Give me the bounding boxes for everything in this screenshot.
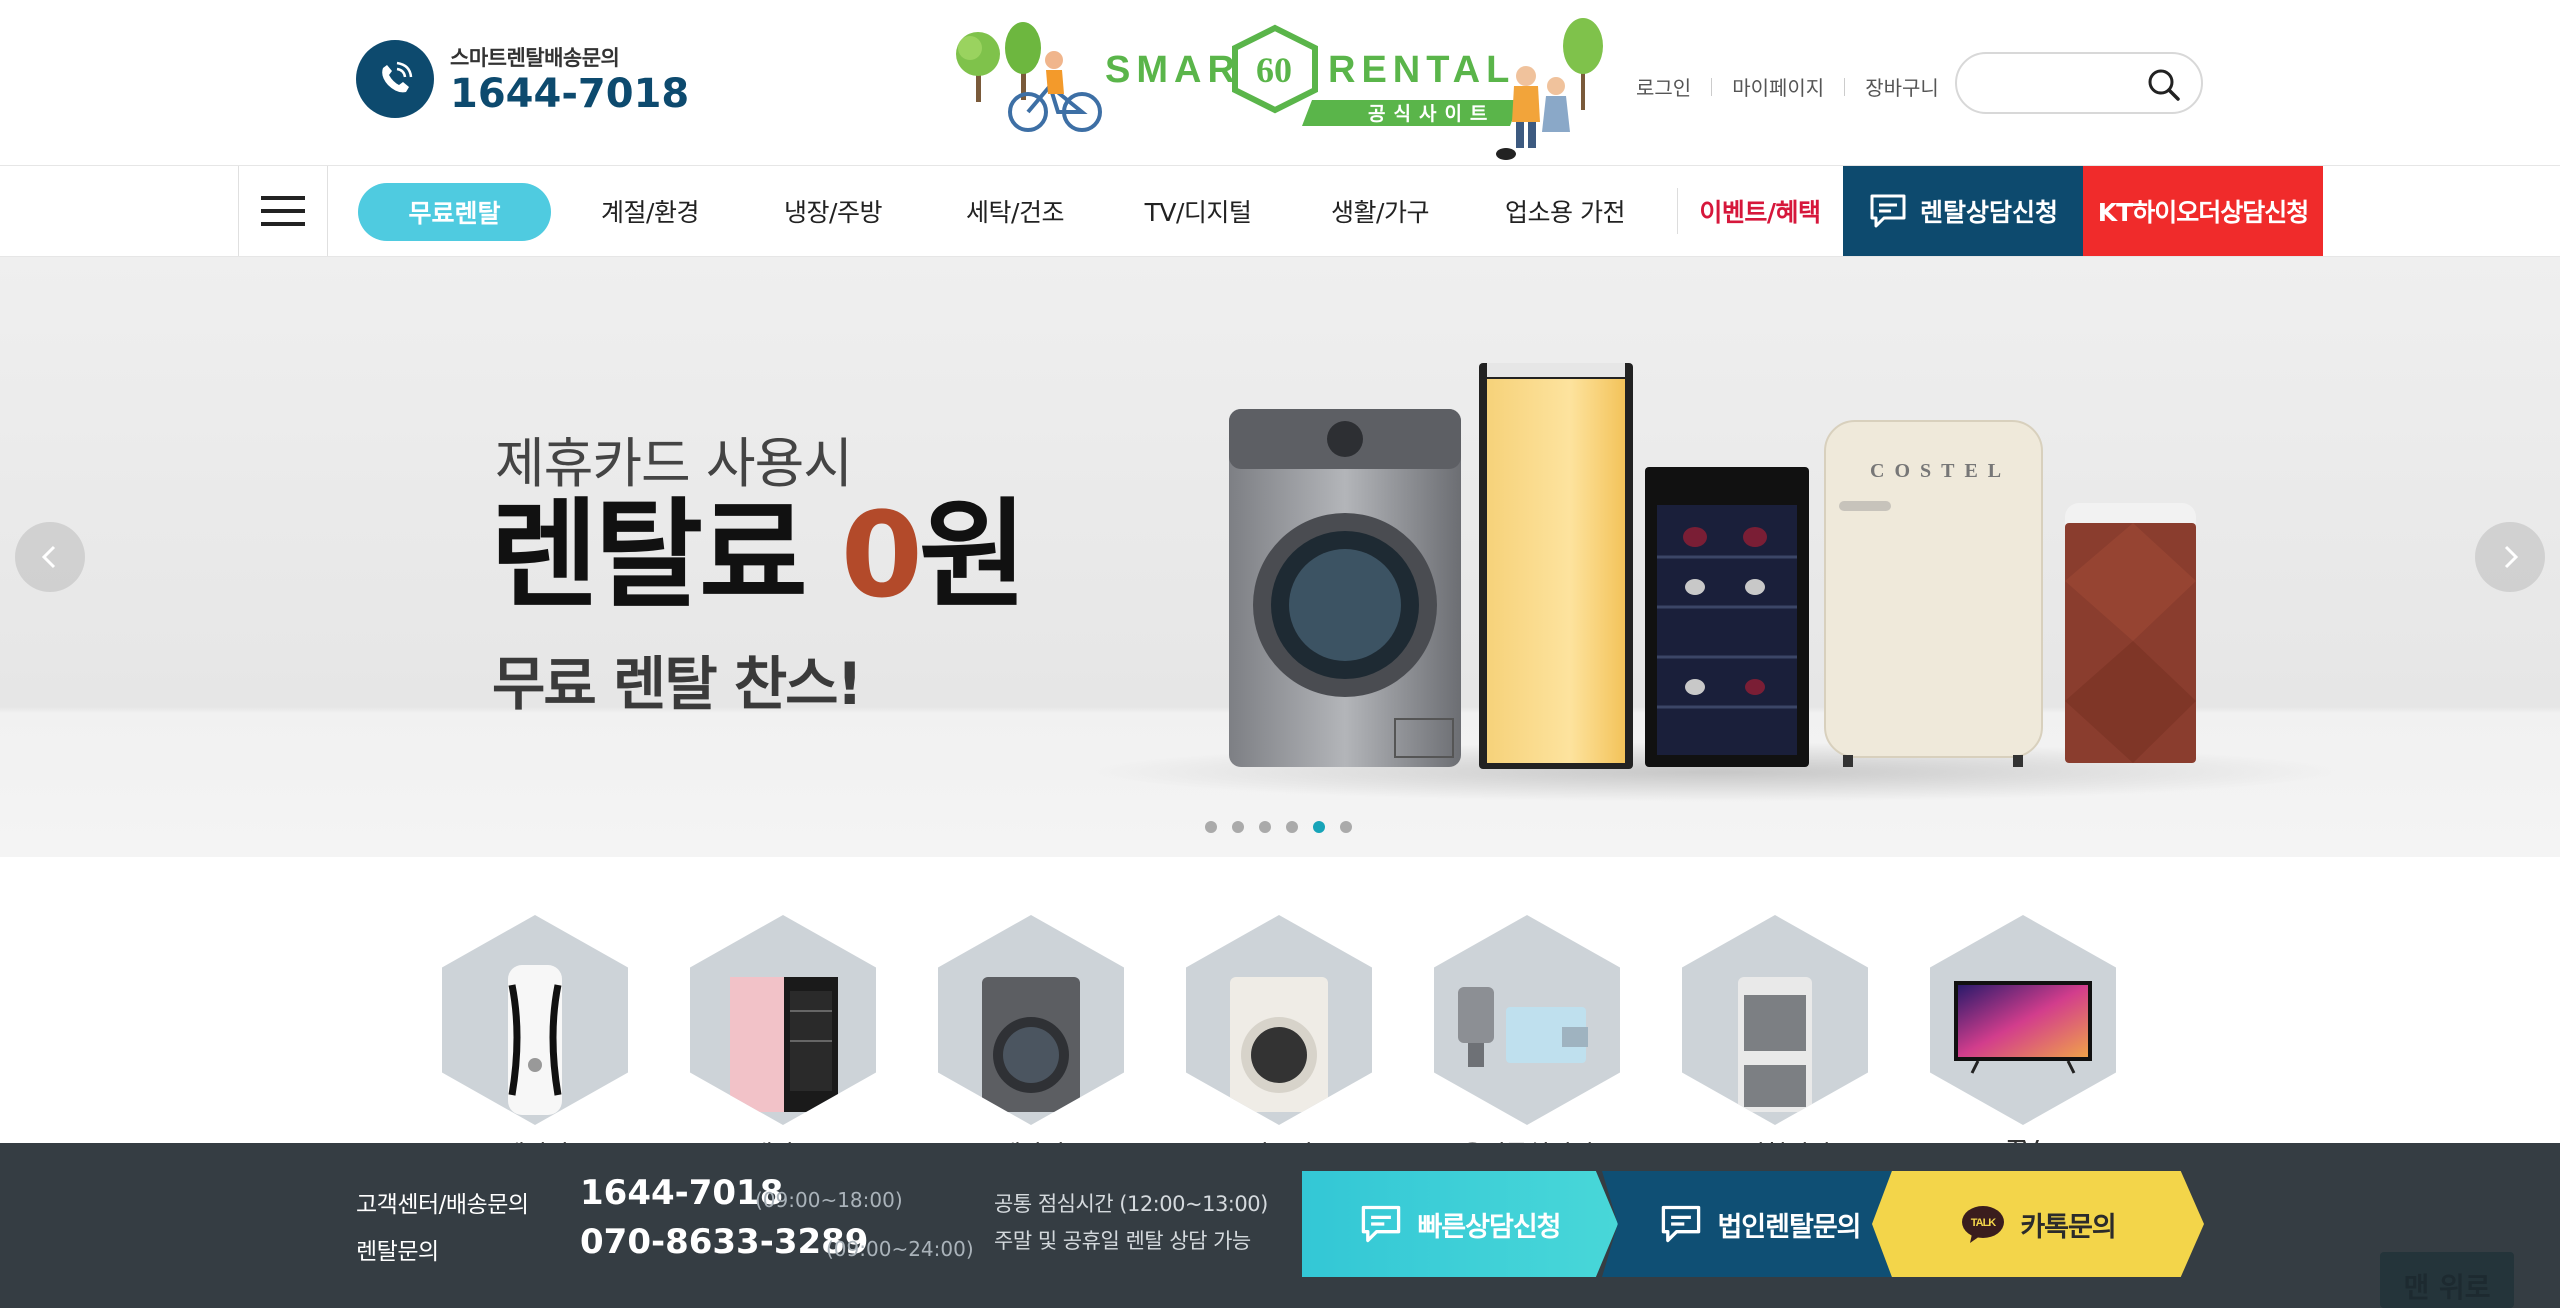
service-label: 고객센터/배송문의 xyxy=(356,1192,529,1218)
category-list: 에어컨 냉장고 세탁기 xyxy=(442,915,2142,1175)
page: 스마트렌탈배송문의 1644-7018 SMART 60 RENTAL 공식사이… xyxy=(0,0,2560,1308)
logo-badge: 60 xyxy=(1256,50,1292,90)
category-aircon-icon xyxy=(442,915,628,1125)
wine-cellar-image xyxy=(1645,467,1809,767)
nav-item-event[interactable]: 이벤트/혜택 xyxy=(1690,166,1830,256)
service-phone[interactable]: 1644-7018 xyxy=(580,1173,783,1213)
corporate-rental-button[interactable]: 법인렌탈문의 xyxy=(1602,1171,1918,1277)
logo-text-rental: RENTAL xyxy=(1328,49,1515,91)
divider xyxy=(1677,188,1678,234)
chat-icon xyxy=(1870,194,1906,228)
delivery-phone-label: 스마트렌탈배송문의 xyxy=(450,46,620,70)
site-header: 스마트렌탈배송문의 1644-7018 SMART 60 RENTAL 공식사이… xyxy=(0,0,2560,165)
hero-title-post: 원 xyxy=(918,486,1028,624)
contact-bar: 고객센터/배송문의 렌탈문의 1644-7018 070-8633-3289 (… xyxy=(0,1143,2560,1308)
corporate-rental-label: 법인렌탈문의 xyxy=(1717,1211,1861,1243)
category-food-disposer-icon xyxy=(1434,915,1620,1125)
divider xyxy=(1844,77,1846,96)
nav-item-season[interactable]: 계절/환경 xyxy=(590,166,710,256)
kakao-badge-text: TALK xyxy=(1971,1217,1997,1229)
login-link[interactable]: 로그인 xyxy=(1636,72,1691,101)
slide-dot-2[interactable] xyxy=(1232,821,1244,833)
menu-icon[interactable] xyxy=(238,166,328,256)
category-air-purifier[interactable]: 공기청정기 xyxy=(1682,915,1868,1171)
nav-item-laundry[interactable]: 세탁/건조 xyxy=(955,166,1075,256)
category-tv-icon xyxy=(1930,915,2116,1125)
kakao-talk-icon: TALK xyxy=(1962,1206,2005,1243)
category-aircon[interactable]: 에어컨 xyxy=(442,915,628,1171)
service-hours: (09:00~18:00) xyxy=(755,1188,903,1212)
category-fridge[interactable]: 냉장고 xyxy=(690,915,876,1171)
mypage-link[interactable]: 마이페이지 xyxy=(1732,72,1824,101)
scroll-top-button[interactable]: 맨 위로 xyxy=(2380,1252,2514,1308)
hero-title-pre: 렌탈료 xyxy=(490,486,841,624)
rental-hours: (09:00~24:00) xyxy=(826,1237,974,1261)
nav-item-kitchen[interactable]: 냉장/주방 xyxy=(773,166,893,256)
search-box xyxy=(1955,52,2203,114)
cart-link[interactable]: 장바구니 xyxy=(1865,72,1939,101)
site-logo[interactable]: SMART 60 RENTAL 공식사이트 xyxy=(950,14,1610,164)
rental-consult-label: 렌탈상담신청 xyxy=(1919,198,2058,227)
search-input[interactable] xyxy=(1977,66,2147,100)
category-air-purifier-icon xyxy=(1682,915,1868,1125)
hero-banner: 제휴카드 사용시 렌탈료 0원 무료 렌탈 찬스! COSTEL xyxy=(0,257,2560,857)
slide-dot-3[interactable] xyxy=(1259,821,1271,833)
quick-consult-button[interactable]: 빠른상담신청 xyxy=(1302,1171,1618,1277)
hero-title-zero: 0 xyxy=(840,486,923,624)
retro-fridge-brand: COSTEL xyxy=(1870,460,2012,482)
air-purifier-image xyxy=(2065,503,2196,763)
hero-title: 렌탈료 0원 xyxy=(490,485,1028,625)
category-washer[interactable]: 세탁기 xyxy=(938,915,1124,1171)
prev-slide-button[interactable] xyxy=(15,522,85,592)
divider xyxy=(1711,77,1713,96)
kt-consult-button[interactable]: KT하이오더상담신청 xyxy=(2083,166,2323,256)
nav-item-digital[interactable]: TV/디지털 xyxy=(1138,166,1258,256)
category-food-disposer[interactable]: 음식물처리기 xyxy=(1434,915,1620,1171)
chat-icon xyxy=(1662,1205,1701,1243)
nav-item-free-rental[interactable]: 무료렌탈 xyxy=(358,183,551,241)
kakao-talk-label: 카톡문의 xyxy=(2020,1211,2116,1243)
nav-item-business[interactable]: 업소용 가전 xyxy=(1495,166,1635,256)
quick-consult-label: 빠른상담신청 xyxy=(1417,1211,1561,1243)
category-dryer-icon xyxy=(1186,915,1372,1125)
logo-illustration: SMART 60 RENTAL 공식사이트 xyxy=(956,18,1603,160)
delivery-phone-block[interactable]: 스마트렌탈배송문의 1644-7018 xyxy=(356,40,689,118)
main-nav: 무료렌탈 계절/환경 냉장/주방 세탁/건조 TV/디지털 생활/가구 업소용 … xyxy=(0,165,2560,257)
kakao-talk-button[interactable]: TALK 카톡문의 xyxy=(1872,1171,2204,1277)
lunch-info: 공통 점심시간 (12:00~13:00) xyxy=(994,1192,1268,1216)
nav-item-living[interactable]: 생활/가구 xyxy=(1320,166,1440,256)
slide-dot-4[interactable] xyxy=(1286,821,1298,833)
slide-dot-1[interactable] xyxy=(1205,821,1217,833)
slide-dot-5[interactable] xyxy=(1313,821,1325,833)
next-slide-button[interactable] xyxy=(2475,522,2545,592)
rental-consult-button[interactable]: 렌탈상담신청 xyxy=(1843,166,2083,256)
chat-icon xyxy=(1362,1205,1401,1243)
category-dryer[interactable]: 건조기 xyxy=(1186,915,1372,1171)
utility-links: 로그인 마이페이지 장바구니 xyxy=(1636,72,1939,101)
category-washer-icon xyxy=(938,915,1124,1125)
hero-tagline: 무료 렌탈 찬스! xyxy=(492,650,863,718)
delivery-phone-number: 1644-7018 xyxy=(450,71,690,117)
weekend-info: 주말 및 공휴일 렌탈 상담 가능 xyxy=(994,1229,1251,1253)
search-icon[interactable] xyxy=(2147,68,2181,102)
category-fridge-icon xyxy=(690,915,876,1125)
slide-dot-6[interactable] xyxy=(1340,821,1352,833)
chevron-right-icon xyxy=(2504,545,2519,569)
rental-label: 렌탈문의 xyxy=(356,1239,439,1265)
refrigerator-image xyxy=(1479,363,1633,769)
logo-subtitle: 공식사이트 xyxy=(1368,103,1495,125)
slide-pagination xyxy=(1205,821,1352,833)
chevron-left-icon xyxy=(41,545,56,569)
washing-machine-image xyxy=(1229,409,1461,767)
phone-icon xyxy=(356,40,434,118)
category-tv[interactable]: TV xyxy=(1930,915,2116,1164)
